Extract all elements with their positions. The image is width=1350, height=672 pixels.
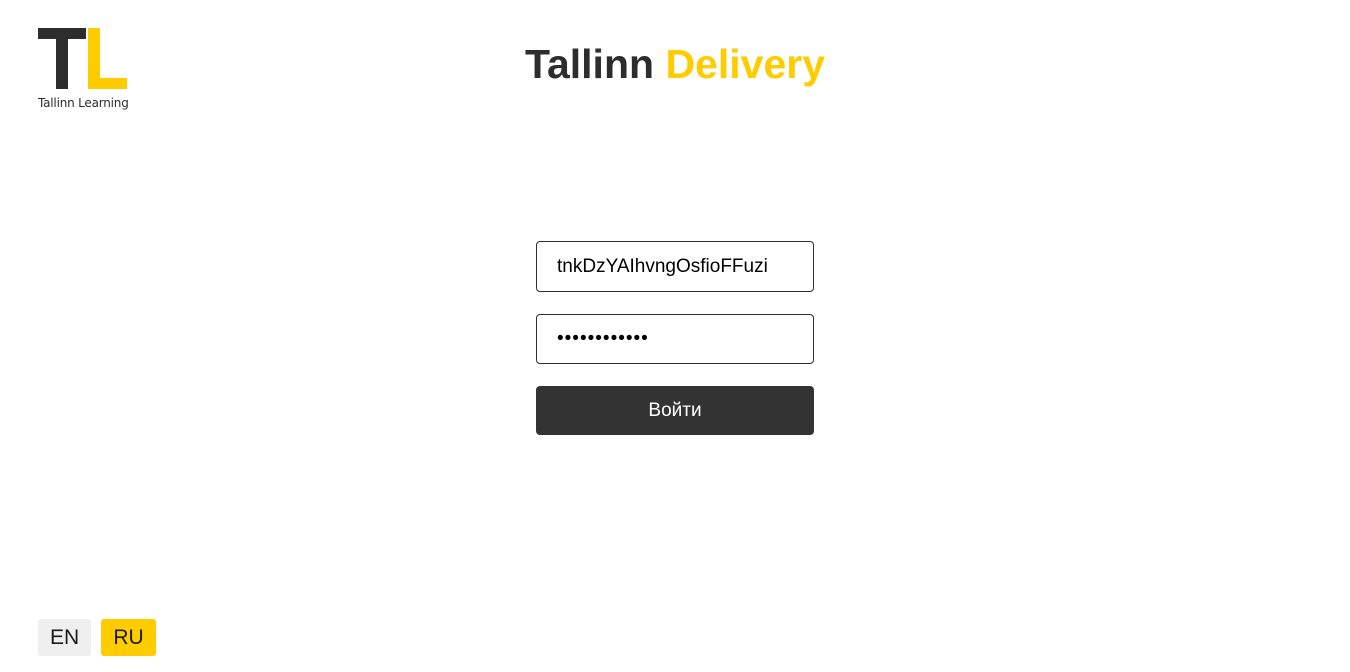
login-page: Tallinn Learning Tallinn Delivery Войти … <box>0 0 1350 672</box>
username-input[interactable] <box>536 241 814 292</box>
language-switcher: EN RU <box>38 619 156 656</box>
login-button[interactable]: Войти <box>536 386 814 435</box>
language-ru-button[interactable]: RU <box>101 619 156 656</box>
language-en-button[interactable]: EN <box>38 619 91 656</box>
password-input[interactable] <box>536 314 814 364</box>
page-title-part1: Tallinn <box>524 41 655 87</box>
login-form: Войти <box>536 241 814 435</box>
page-title-part2: Delivery <box>665 41 826 87</box>
logo-caption: Tallinn Learning <box>38 96 129 110</box>
page-title: Tallinn Delivery <box>0 40 1350 88</box>
